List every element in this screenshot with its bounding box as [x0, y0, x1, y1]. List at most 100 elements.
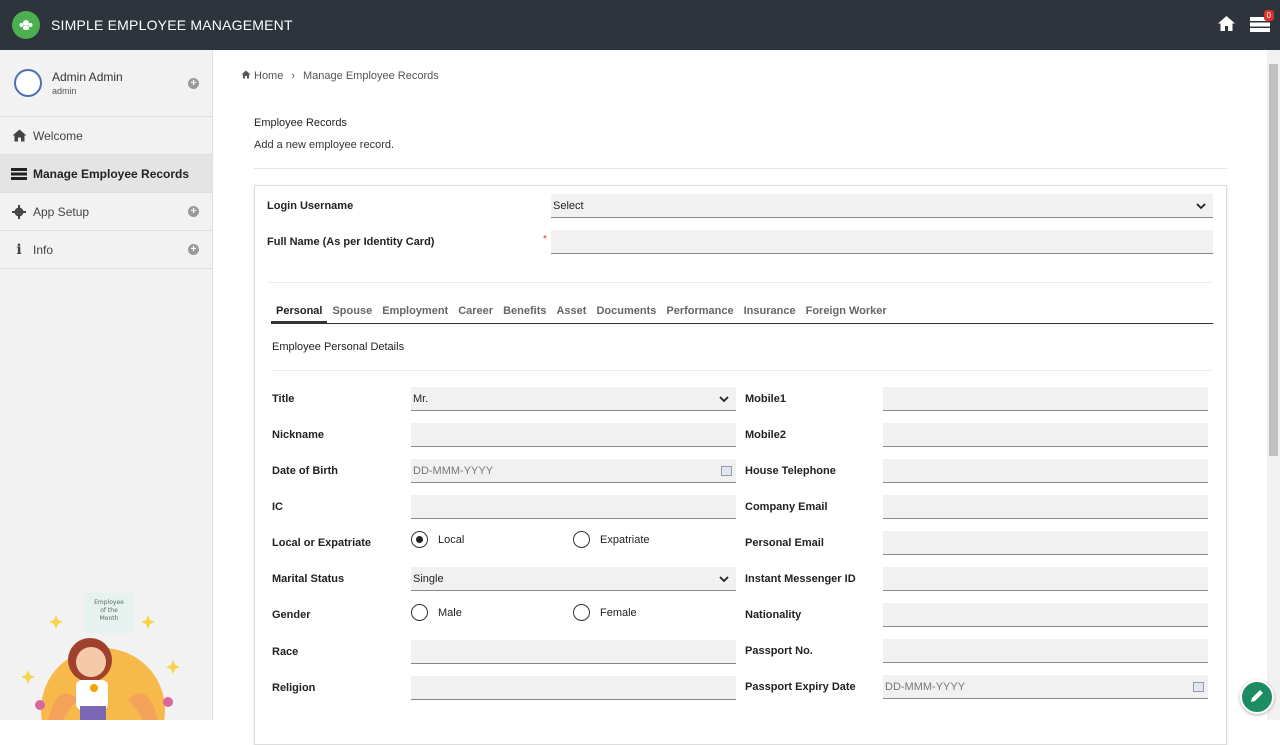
sidebar-item-manage-employee-records[interactable]: Manage Employee Records: [0, 155, 212, 193]
login-username-label: Login Username: [267, 200, 354, 212]
radio-label: Male: [438, 606, 462, 619]
edit-floating-button[interactable]: [1240, 680, 1274, 714]
local-expat-label: Local or Expatriate: [272, 537, 372, 549]
tab-personal[interactable]: Personal: [271, 304, 328, 324]
svg-text:Employee: Employee: [94, 599, 124, 606]
full-name-input[interactable]: [551, 230, 1213, 254]
radio-unchecked-icon: [573, 604, 590, 621]
dob-placeholder: DD-MMM-YYYY: [413, 465, 494, 477]
app-title: SIMPLE EMPLOYEE MANAGEMENT: [51, 17, 293, 33]
passport-no-input[interactable]: [883, 639, 1208, 663]
divider: [271, 370, 1213, 371]
tab-employment[interactable]: Employment: [377, 304, 453, 324]
employee-of-the-month-illustration: Employee of the Month: [21, 593, 180, 720]
race-input[interactable]: [411, 640, 736, 664]
nationality-input[interactable]: [883, 603, 1208, 627]
im-id-label: Instant Messenger ID: [745, 573, 856, 585]
sidebar-item-label: Manage Employee Records: [33, 166, 190, 181]
pencil-icon: [1249, 688, 1265, 707]
calendar-icon[interactable]: [721, 466, 732, 476]
expand-icon[interactable]: +: [188, 244, 199, 255]
avatar: [14, 69, 42, 97]
dob-input[interactable]: DD-MMM-YYYY: [411, 459, 736, 483]
mobile2-label: Mobile2: [745, 429, 786, 441]
tab-foreign-worker[interactable]: Foreign Worker: [801, 304, 892, 324]
breadcrumb-current: Manage Employee Records: [303, 70, 439, 82]
user-panel[interactable]: Admin Admin admin +: [0, 50, 212, 117]
tab-performance[interactable]: Performance: [661, 304, 738, 324]
scrollbar[interactable]: [1267, 50, 1280, 720]
tab-documents[interactable]: Documents: [591, 304, 661, 324]
nickname-input[interactable]: [411, 423, 736, 447]
radio-local[interactable]: Local: [411, 531, 464, 548]
dob-label: Date of Birth: [272, 465, 338, 477]
sidebar-item-welcome[interactable]: Welcome: [0, 117, 212, 155]
home-icon: [241, 70, 251, 82]
sidebar-item-label: App Setup: [33, 204, 90, 219]
radio-unchecked-icon: [573, 531, 590, 548]
title-select[interactable]: Mr.: [411, 387, 736, 411]
marital-status-value: Single: [413, 573, 444, 585]
chevron-down-icon: [719, 396, 729, 403]
expand-icon[interactable]: +: [188, 206, 199, 217]
religion-input[interactable]: [411, 676, 736, 700]
divider: [267, 282, 1213, 283]
svg-text:of the: of the: [100, 607, 118, 614]
ic-label: IC: [272, 501, 283, 513]
notifications-icon[interactable]: 0: [1250, 9, 1274, 35]
im-id-input[interactable]: [883, 567, 1208, 591]
home-icon[interactable]: [1217, 15, 1236, 35]
app-logo[interactable]: [12, 11, 40, 39]
records-icon: [11, 167, 27, 180]
company-email-label: Company Email: [745, 501, 828, 513]
radio-checked-icon: [411, 531, 428, 548]
chevron-down-icon: [1196, 203, 1206, 210]
breadcrumb-home[interactable]: Home: [254, 70, 283, 82]
radio-expatriate[interactable]: Expatriate: [573, 531, 650, 548]
employee-form-card: Login Username Select Full Name (As per …: [254, 185, 1227, 745]
tab-asset[interactable]: Asset: [551, 304, 591, 324]
ic-input[interactable]: [411, 495, 736, 519]
mobile1-input[interactable]: [883, 387, 1208, 411]
login-username-value: Select: [553, 200, 584, 212]
sidebar-item-label: Info: [33, 242, 54, 257]
scrollbar-thumb[interactable]: [1269, 64, 1278, 456]
tab-spouse[interactable]: Spouse: [327, 304, 377, 324]
house-telephone-input[interactable]: [883, 459, 1208, 483]
title-label: Title: [272, 393, 295, 405]
passport-expiry-placeholder: DD-MMM-YYYY: [885, 681, 966, 693]
main-content: Home › Manage Employee Records Employee …: [213, 50, 1267, 745]
radio-label: Local: [438, 533, 465, 546]
marital-status-label: Marital Status: [272, 573, 345, 585]
sidebar-item-label: Welcome: [33, 128, 83, 143]
login-username-select[interactable]: Select: [551, 194, 1213, 218]
radio-female[interactable]: Female: [573, 604, 637, 621]
sidebar-item-app-setup[interactable]: App Setup +: [0, 193, 212, 231]
expand-user-icon[interactable]: +: [188, 77, 199, 89]
nationality-label: Nationality: [745, 609, 802, 621]
page-title: Employee Records: [254, 117, 347, 129]
tab-insurance[interactable]: Insurance: [739, 304, 801, 324]
required-mark: *: [543, 234, 547, 245]
passport-expiry-label: Passport Expiry Date: [745, 681, 856, 693]
info-icon: i: [16, 241, 22, 258]
house-telephone-label: House Telephone: [745, 465, 836, 477]
home-icon: [11, 129, 27, 142]
calendar-icon[interactable]: [1193, 682, 1204, 692]
personal-email-input[interactable]: [883, 531, 1208, 555]
company-email-input[interactable]: [883, 495, 1208, 519]
section-title: Employee Personal Details: [272, 341, 405, 353]
tab-career[interactable]: Career: [453, 304, 498, 324]
divider: [254, 168, 1227, 169]
sidebar-item-info[interactable]: i Info +: [0, 231, 212, 269]
mobile2-input[interactable]: [883, 423, 1208, 447]
passport-expiry-input[interactable]: DD-MMM-YYYY: [883, 675, 1208, 699]
radio-unchecked-icon: [411, 604, 428, 621]
radio-label: Expatriate: [600, 533, 650, 546]
race-label: Race: [272, 646, 299, 658]
tab-benefits[interactable]: Benefits: [498, 304, 551, 324]
sidebar: Admin Admin admin + Welcome Manage Emplo…: [0, 50, 213, 720]
religion-label: Religion: [272, 682, 316, 694]
marital-status-select[interactable]: Single: [411, 567, 736, 591]
radio-male[interactable]: Male: [411, 604, 462, 621]
